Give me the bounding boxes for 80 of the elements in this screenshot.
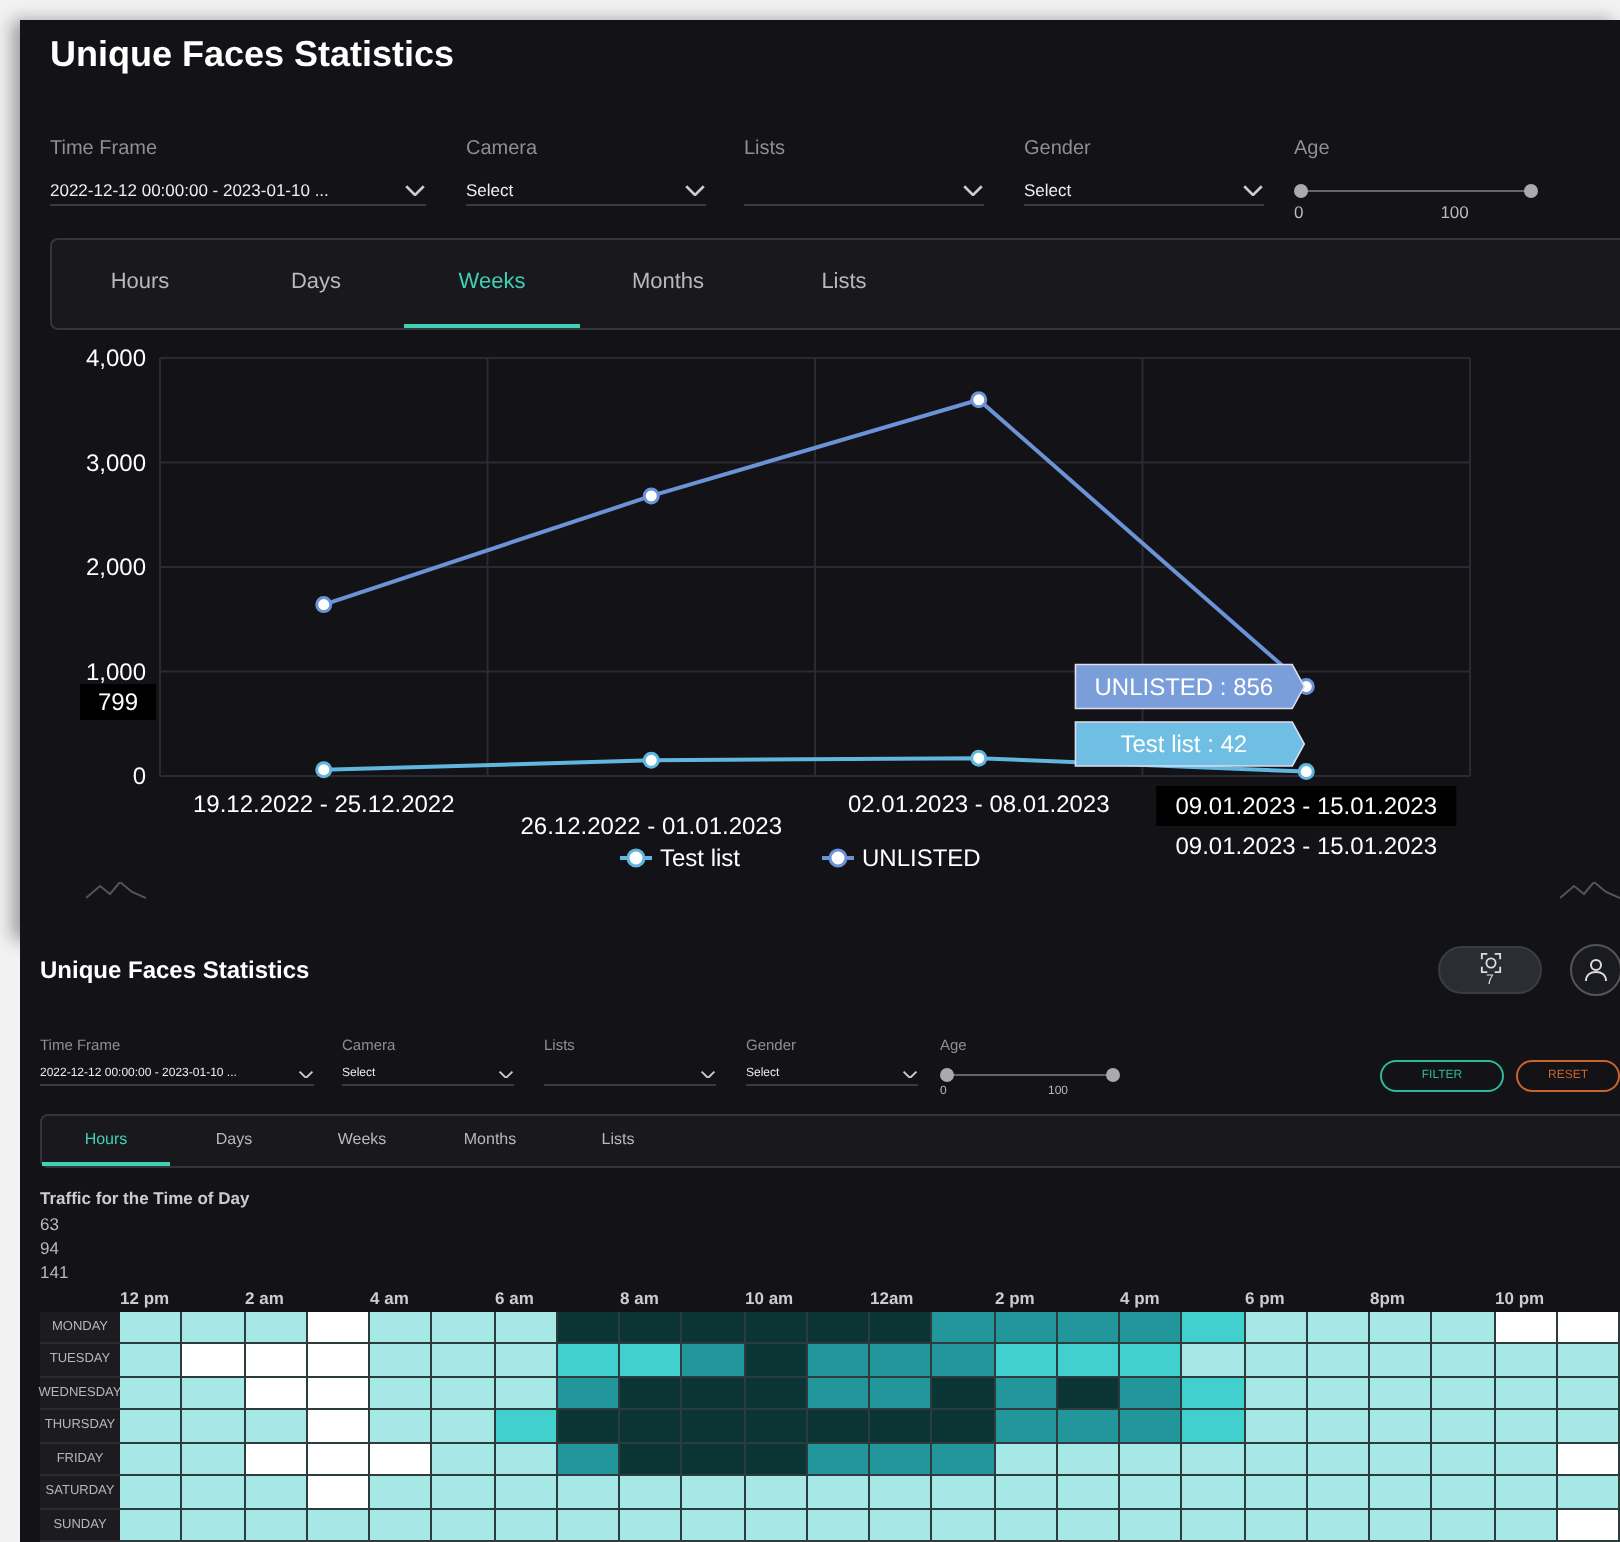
data-point (1297, 763, 1315, 781)
slider-handle[interactable] (1524, 184, 1538, 198)
slider-handle[interactable] (1106, 1068, 1120, 1082)
hour-label: 4 am (370, 1287, 409, 1307)
slider-min-label: 0 (1294, 202, 1304, 222)
legend-label: UNLISTED (862, 844, 981, 870)
tab[interactable]: Days (170, 1116, 298, 1165)
hour-label: 12 pm (120, 1287, 170, 1307)
select-field[interactable]: Select (1024, 176, 1264, 206)
tab[interactable]: Months (580, 240, 756, 328)
legend-label: Test list (660, 844, 741, 870)
filter-label: Lists (744, 138, 788, 162)
slider-handle[interactable] (940, 1068, 954, 1082)
hour-label: 6 pm (1245, 1287, 1285, 1307)
cursor-value-label: 09.01.2023 - 15.01.2023 (1156, 786, 1457, 826)
chevron-icon (902, 1069, 918, 1079)
data-point (642, 751, 660, 769)
chevron-icon (700, 1069, 716, 1079)
chevron-icon (298, 1069, 314, 1079)
page-title: Unique Faces Statistics (50, 34, 455, 76)
select-field[interactable]: 2022-12-12 00:00:00 - 2023-01-10 ... (50, 176, 426, 206)
legend-value: 141 (40, 1259, 71, 1283)
y-axis-label: 2,000 (85, 553, 146, 581)
chevron-icon (684, 183, 706, 197)
chart-title: Traffic for the Time of Day (40, 1187, 252, 1207)
tooltip-text: UNLISTED : 856 (1094, 672, 1274, 701)
hour-label: 10 am (745, 1287, 794, 1307)
chevron-icon (962, 183, 984, 197)
filter-label: Age (1294, 138, 1332, 162)
data-point (970, 749, 988, 767)
legend-key (822, 848, 854, 868)
hour-label: 8 am (620, 1287, 659, 1307)
tab[interactable]: Weeks (298, 1116, 426, 1165)
filter-label: Camera (466, 138, 540, 162)
tab[interactable]: Hours (42, 1116, 170, 1165)
cursor-value-label: 799 (80, 684, 156, 720)
x-axis-label: 19.12.2022 - 25.12.2022 (192, 790, 455, 818)
tab[interactable]: Hours (52, 240, 228, 328)
data-point (642, 487, 660, 505)
legend-value: 63 (40, 1211, 61, 1235)
chevron-icon (1242, 183, 1264, 197)
select-field[interactable]: Select (466, 176, 706, 206)
slider-max-label: 100 (1440, 202, 1469, 222)
hour-label: 4 pm (1120, 1287, 1160, 1307)
y-axis-label: 1,000 (85, 657, 146, 686)
legend-value: 94 (40, 1235, 61, 1259)
face-scan-icon (1479, 951, 1501, 973)
mountain-icon (86, 882, 146, 900)
hour-label: 2 am (245, 1287, 284, 1307)
x-axis-label: 02.01.2023 - 08.01.2023 (847, 790, 1110, 818)
hour-label: 8pm (1370, 1287, 1405, 1307)
x-tick-label: 09.01.2023 - 15.01.2023 (1175, 792, 1438, 820)
tab[interactable]: Lists (554, 1116, 682, 1165)
data-point (970, 391, 988, 409)
mountain-icon (1560, 882, 1620, 900)
hour-label: 10 pm (1495, 1287, 1545, 1307)
chevron-icon (498, 1069, 514, 1079)
hour-label: 2 pm (995, 1287, 1035, 1307)
chevron-icon (404, 183, 426, 197)
tooltip-text: Test list : 42 (1120, 730, 1248, 758)
data-point (315, 761, 333, 779)
y-axis-label: 4,000 (85, 344, 146, 372)
person-icon (1584, 958, 1608, 982)
x-axis-label: 26.12.2022 - 01.01.2023 (520, 812, 783, 840)
x-axis-label: 09.01.2023 - 15.01.2023 (1175, 832, 1438, 860)
y-axis-label: 0 (132, 762, 146, 790)
hour-label: 6 am (495, 1287, 534, 1307)
filter-label: Time Frame (50, 138, 160, 162)
tab[interactable]: Months (426, 1116, 554, 1165)
tab[interactable]: Lists (756, 240, 932, 328)
data-point (315, 596, 333, 614)
tab[interactable]: Days (228, 240, 404, 328)
page-title: Unique Faces Statistics (40, 956, 310, 984)
tab[interactable]: Weeks (404, 240, 580, 328)
legend-key (620, 848, 652, 868)
slider-handle[interactable] (1294, 184, 1308, 198)
y-axis-label: 3,000 (85, 448, 146, 477)
hour-label: 12am (870, 1287, 914, 1307)
profile-button[interactable] (1570, 944, 1620, 996)
filter-label: Gender (1024, 138, 1093, 162)
